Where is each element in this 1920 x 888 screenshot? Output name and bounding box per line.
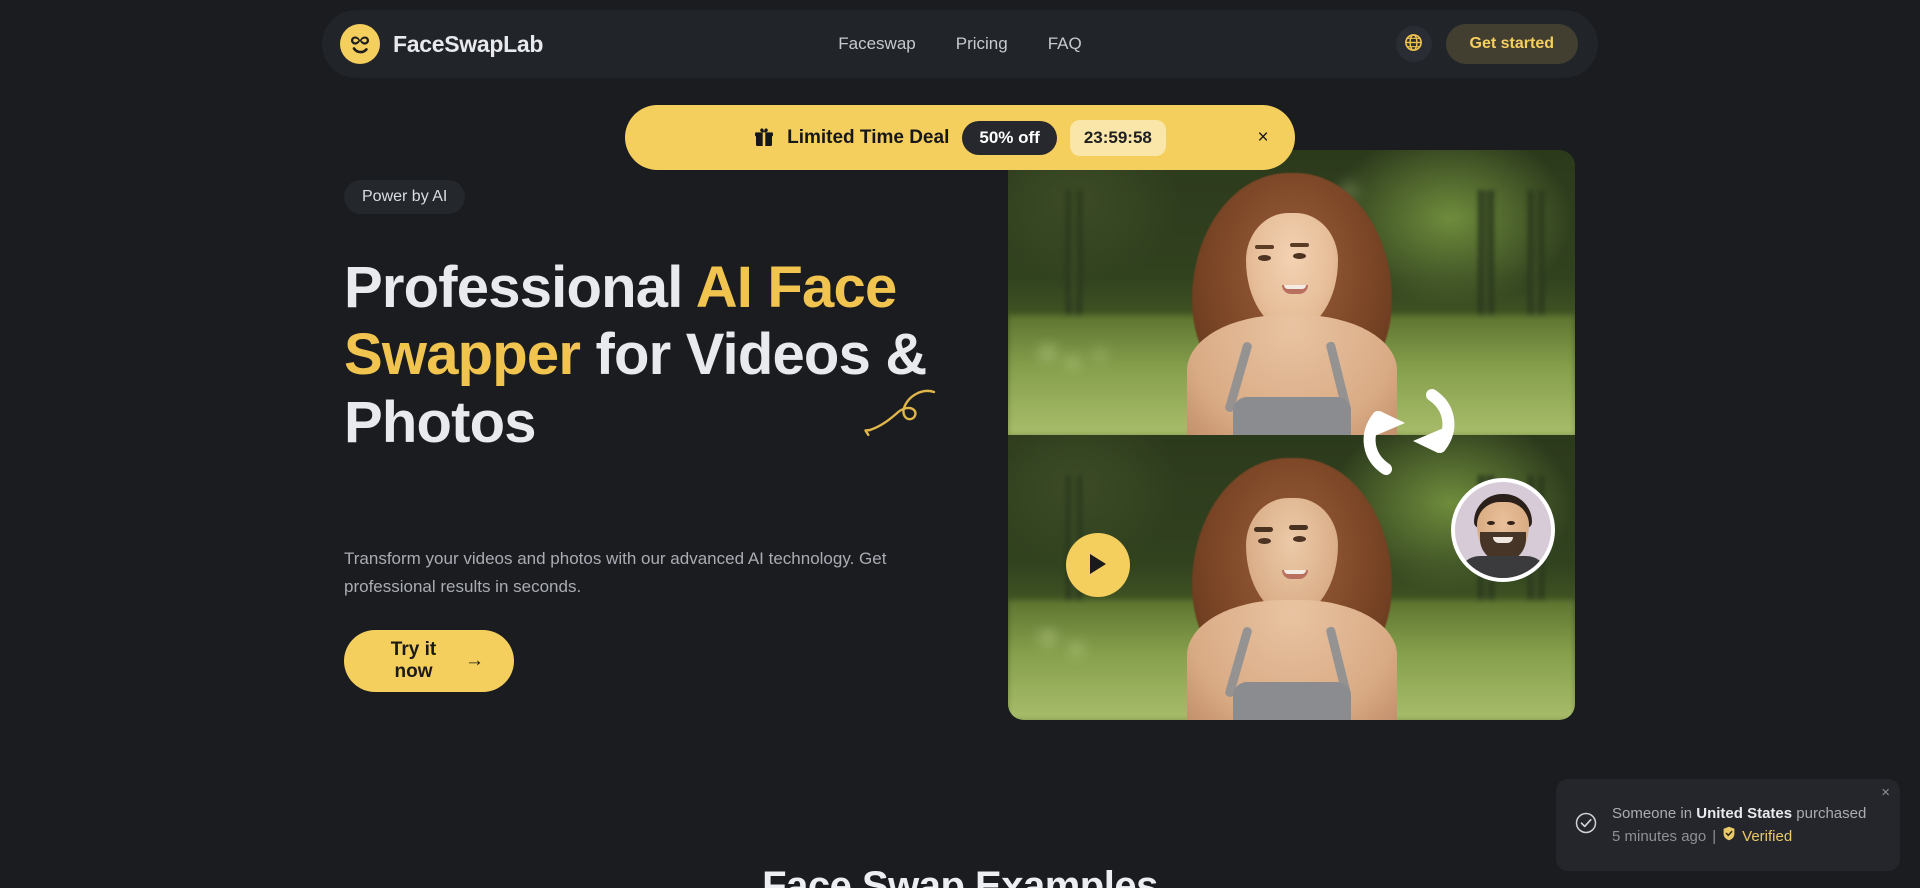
source-face-shirt (1458, 556, 1548, 578)
hero-title-part1: Professional (344, 255, 696, 320)
gift-icon (754, 127, 774, 148)
nav-link-faceswap[interactable]: Faceswap (838, 34, 915, 54)
source-face-eye-left (1487, 521, 1495, 525)
toast-country: United States (1696, 804, 1793, 822)
source-face-eye-right (1507, 521, 1515, 525)
face-swap-demo-video[interactable] (1008, 150, 1575, 720)
source-face-thumbnail[interactable] (1451, 478, 1555, 582)
play-icon (1087, 552, 1109, 579)
toast-verified-label: Verified (1742, 828, 1793, 845)
play-button[interactable] (1066, 533, 1130, 597)
promo-label: Limited Time Deal (787, 126, 950, 148)
faceswap-infinity-logo-icon (340, 24, 380, 64)
main-navigation: Faceswap Pricing FAQ (838, 34, 1081, 54)
get-started-button[interactable]: Get started (1445, 24, 1578, 64)
purchase-notification-toast: Someone in United States purchased 5 min… (1556, 779, 1900, 871)
toast-prefix: Someone in (1612, 804, 1697, 822)
toast-separator: | (1712, 828, 1717, 845)
powered-by-ai-badge: Power by AI (344, 180, 466, 214)
header-actions: Get started (1395, 24, 1578, 64)
try-it-now-label: Try it now (390, 639, 437, 682)
toast-message: Someone in United States purchased (1612, 802, 1866, 825)
source-face-mouth (1493, 537, 1513, 543)
examples-section-heading: Face Swap Examples (762, 864, 1158, 888)
check-circle-icon (1574, 811, 1598, 840)
close-icon[interactable]: × (1251, 126, 1275, 150)
hero-subtitle: Transform your videos and photos with ou… (344, 549, 887, 596)
video-pane-before (1008, 150, 1575, 435)
brand-logo[interactable]: FaceSwapLab (340, 24, 543, 64)
close-icon[interactable]: × (1881, 785, 1890, 800)
limited-time-deal-banner: Limited Time Deal 50% off 23:59:58 × (625, 105, 1295, 170)
brand-name: FaceSwapLab (393, 30, 544, 57)
nav-link-faq[interactable]: FAQ (1048, 34, 1082, 54)
try-it-now-button[interactable]: Try it now → (344, 630, 514, 692)
toast-time-ago: 5 minutes ago (1612, 828, 1707, 845)
shield-check-icon (1722, 825, 1736, 848)
toast-text: Someone in United States purchased 5 min… (1612, 802, 1866, 849)
swap-arrows-icon (1354, 365, 1464, 505)
toast-suffix: purchased (1792, 804, 1867, 822)
nav-link-pricing[interactable]: Pricing (956, 34, 1008, 54)
promo-discount-badge: 50% off (962, 120, 1057, 155)
arrow-right-icon: → (465, 650, 484, 671)
site-header: FaceSwapLab Faceswap Pricing FAQ Get sta… (322, 10, 1598, 78)
promo-countdown-timer: 23:59:58 (1069, 119, 1166, 156)
toast-meta: 5 minutes ago | Verified (1612, 825, 1866, 848)
language-selector-button[interactable] (1395, 26, 1432, 62)
globe-icon (1404, 33, 1423, 55)
curly-arrow-icon (834, 386, 938, 447)
